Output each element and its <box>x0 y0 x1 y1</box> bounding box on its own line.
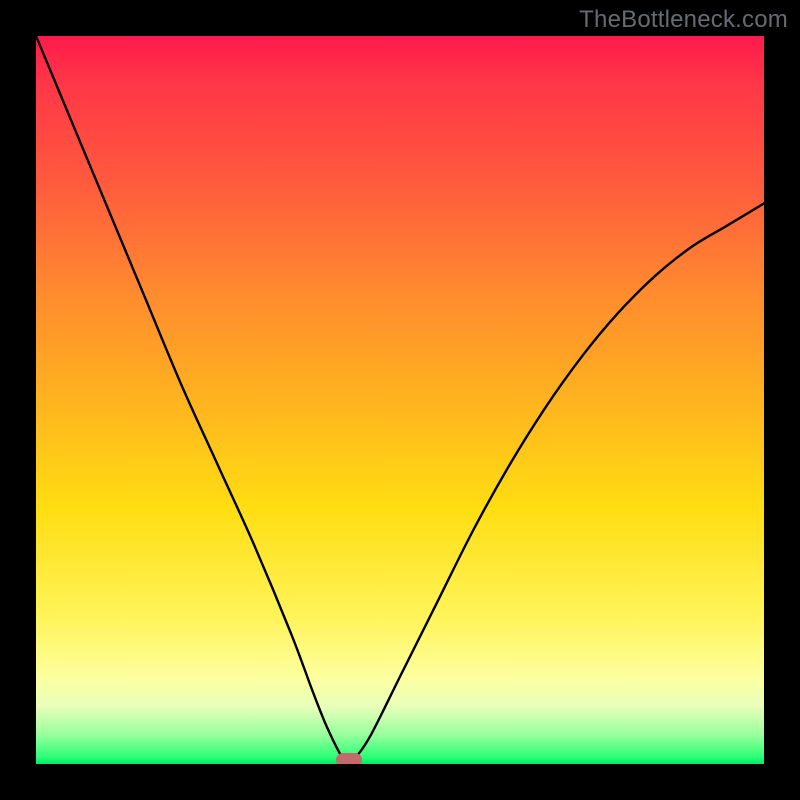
chart-frame: TheBottleneck.com <box>0 0 800 800</box>
curve-svg <box>36 36 764 764</box>
bottleneck-curve <box>36 36 764 764</box>
min-point-marker <box>336 753 362 764</box>
plot-area <box>36 36 764 764</box>
watermark-text: TheBottleneck.com <box>579 6 788 34</box>
